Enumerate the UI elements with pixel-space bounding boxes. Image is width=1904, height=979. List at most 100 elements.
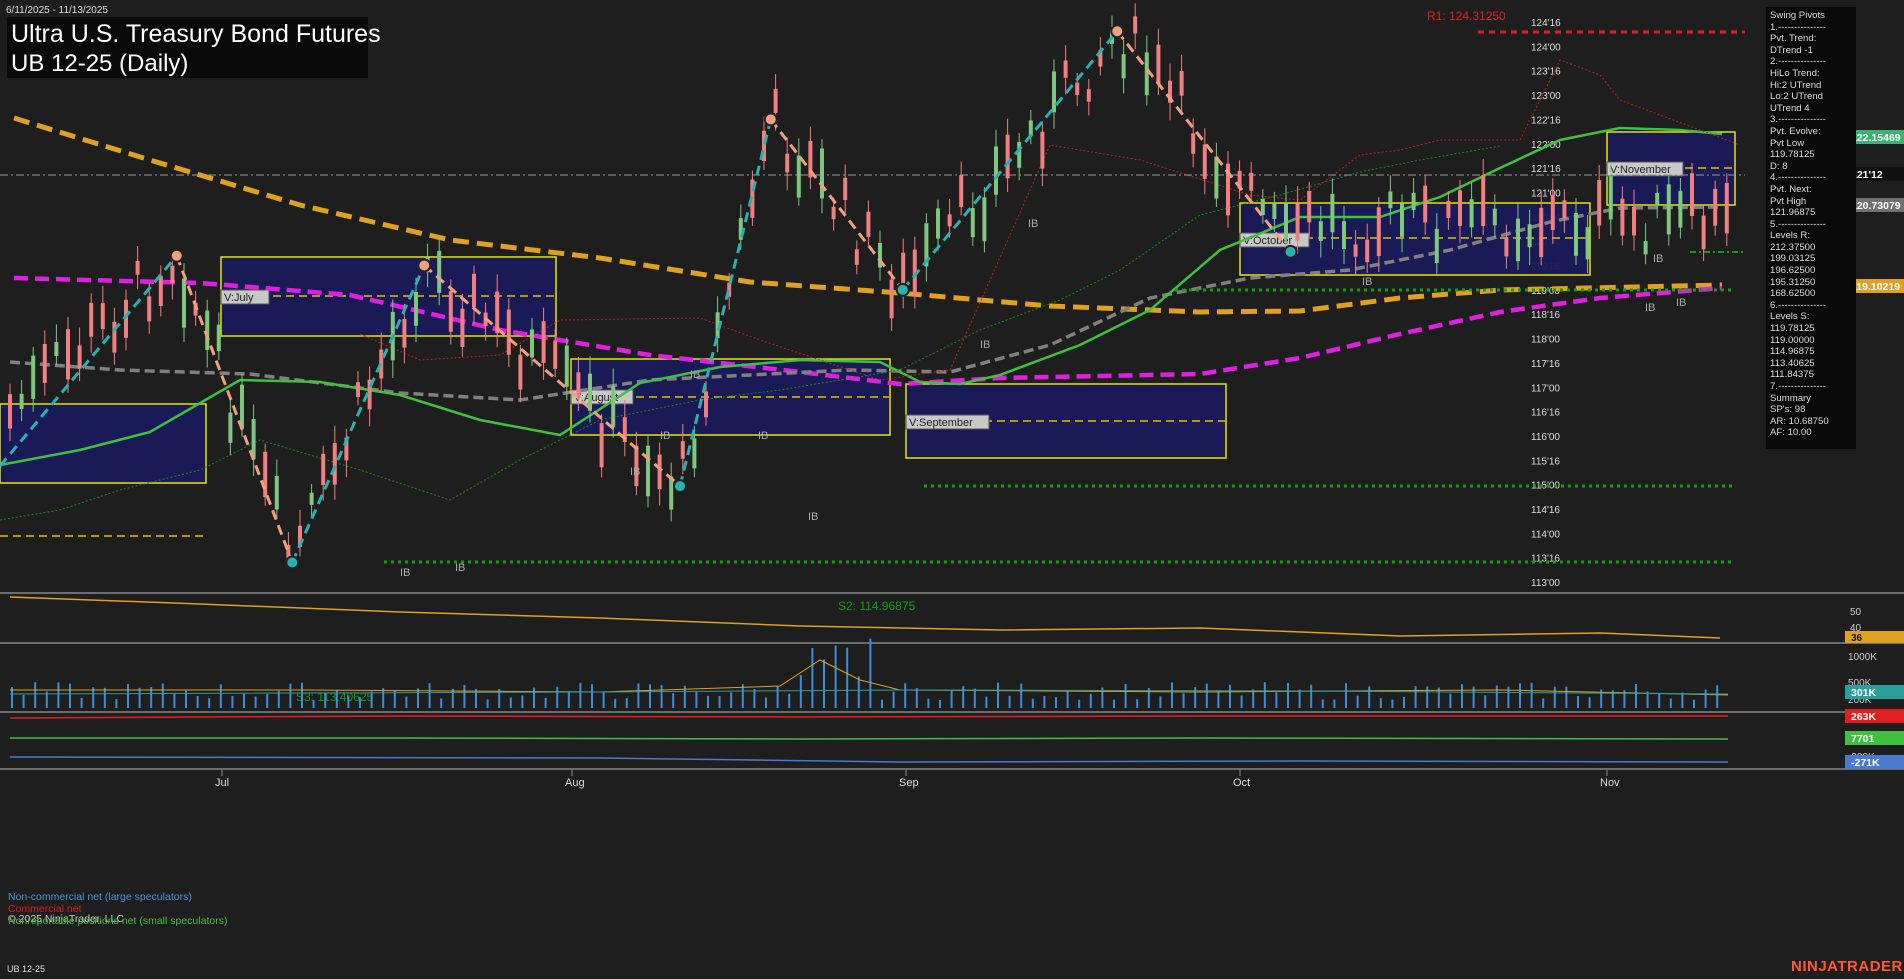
info-line: Pvt High xyxy=(1770,195,1807,207)
volume-flag-label: 263K xyxy=(1851,711,1877,723)
ib-label: IB xyxy=(690,369,700,381)
price-tick: 114'16 xyxy=(1531,505,1560,516)
info-line: SP's: 98 xyxy=(1770,404,1806,416)
price-flag-label: 119.10219 xyxy=(1851,281,1900,293)
chart-title: Ultra U.S. Treasury Bond Futures xyxy=(11,20,381,48)
price-tick: 121'16 xyxy=(1531,164,1561,175)
candle-body xyxy=(495,291,500,334)
candle-body xyxy=(843,177,848,201)
ib-label: IB xyxy=(630,466,640,478)
candle-body xyxy=(1376,207,1381,257)
info-line: Summary xyxy=(1770,392,1812,404)
candle-body xyxy=(1550,194,1555,231)
month-tag-label: V:July xyxy=(224,292,254,304)
price-tick: 114'00 xyxy=(1531,529,1560,540)
candle-body xyxy=(1342,221,1346,250)
candle-body xyxy=(205,310,210,350)
candle-body xyxy=(274,476,279,510)
candle-body xyxy=(1052,71,1056,113)
candle-body xyxy=(1063,60,1068,78)
info-line: AF: 10.00 xyxy=(1770,427,1812,439)
legend-nonreportable: Nonreportable positions net (small specu… xyxy=(8,915,228,927)
price-chart[interactable]: 124'16124'00123'16123'00122'16122'00121'… xyxy=(0,0,1904,979)
candle-body xyxy=(889,279,894,319)
candle-body xyxy=(1516,218,1520,262)
candle-body xyxy=(8,394,12,429)
ib-label: IB xyxy=(1645,302,1655,314)
info-line: 4.--------------- xyxy=(1770,172,1826,184)
candle-body xyxy=(402,318,407,348)
info-line: 6.--------------- xyxy=(1770,299,1826,311)
candle-body xyxy=(646,445,650,497)
candle-body xyxy=(1156,44,1161,84)
cot-commercial-line xyxy=(9,715,1728,719)
candle-body xyxy=(1214,156,1219,199)
candle-body xyxy=(1527,224,1532,248)
date-range: 6/11/2025 - 11/13/2025 xyxy=(6,5,108,16)
candle-body xyxy=(1202,144,1207,179)
candle-body xyxy=(796,155,801,198)
info-line: Levels R: xyxy=(1770,230,1810,242)
ib-label: IB xyxy=(1653,253,1663,265)
swing-high-marker xyxy=(417,258,432,273)
month-label: Aug xyxy=(565,777,585,789)
candle-body xyxy=(1539,207,1544,258)
candle-body xyxy=(1191,133,1196,154)
candle-body xyxy=(773,88,778,114)
candle-body xyxy=(89,302,94,337)
candle-body xyxy=(599,423,604,468)
candle-body xyxy=(1690,173,1694,216)
r1-label: R1: 124.31250 xyxy=(1427,9,1506,23)
info-line: 1.--------------- xyxy=(1770,21,1826,33)
candle-body xyxy=(518,354,523,390)
candle-body xyxy=(1121,54,1126,79)
candle-body xyxy=(1713,188,1718,226)
candle-body xyxy=(356,382,360,397)
price-tick: 118'16 xyxy=(1531,310,1560,321)
candle-body xyxy=(657,454,662,490)
info-line: HiLo Trend: xyxy=(1770,67,1820,79)
candle-body xyxy=(1086,89,1091,102)
price-tick: 115'16 xyxy=(1531,456,1560,467)
chart-title-box: Ultra U.S. Treasury Bond Futures UB 12-2… xyxy=(7,17,381,78)
candle-body xyxy=(1295,203,1300,241)
candle-body xyxy=(1666,184,1671,235)
info-line: 114.96875 xyxy=(1770,346,1815,358)
info-line: Swing Pivots xyxy=(1770,10,1825,21)
volume-flag-label: 301K xyxy=(1851,687,1877,699)
candle-body xyxy=(704,391,708,418)
candle-body xyxy=(1434,228,1439,264)
swing-low-marker xyxy=(285,555,300,570)
candle-body xyxy=(1458,190,1462,226)
candle-body xyxy=(1388,191,1393,209)
candle-body xyxy=(866,211,871,237)
candle-body xyxy=(785,153,790,173)
swing-pivots-panel: Swing Pivots 1.--------------- Pvt. Trend:… xyxy=(1766,7,1856,449)
ib-label: IB xyxy=(660,430,670,442)
candle-body xyxy=(1365,239,1370,263)
candle-body xyxy=(332,443,337,485)
candle-body xyxy=(135,260,140,275)
info-line: Pvt. Trend: xyxy=(1770,33,1817,45)
candle-body xyxy=(1017,141,1022,168)
candle-body xyxy=(1144,52,1149,96)
candle-body xyxy=(460,308,465,347)
candle-body xyxy=(982,197,987,242)
candle-body xyxy=(263,451,268,498)
ib-label: IB xyxy=(980,339,990,351)
candle-body xyxy=(1040,131,1045,169)
candle-body xyxy=(564,345,569,387)
info-line: 119.78125 xyxy=(1770,323,1815,335)
candle-body xyxy=(1330,193,1335,233)
candle-body xyxy=(1597,180,1602,226)
candle-body xyxy=(1272,203,1277,219)
month-label: Jul xyxy=(215,777,229,789)
volume-tick: 1000K xyxy=(1848,652,1877,663)
volume-flag-label: 7701 xyxy=(1851,733,1875,745)
price-tick: 116'16 xyxy=(1531,408,1560,419)
ib-label: IB xyxy=(400,567,410,579)
candle-body xyxy=(472,273,476,307)
candle-body xyxy=(414,292,418,326)
ib-label: IB xyxy=(1028,218,1038,230)
candle-body xyxy=(1585,227,1590,260)
